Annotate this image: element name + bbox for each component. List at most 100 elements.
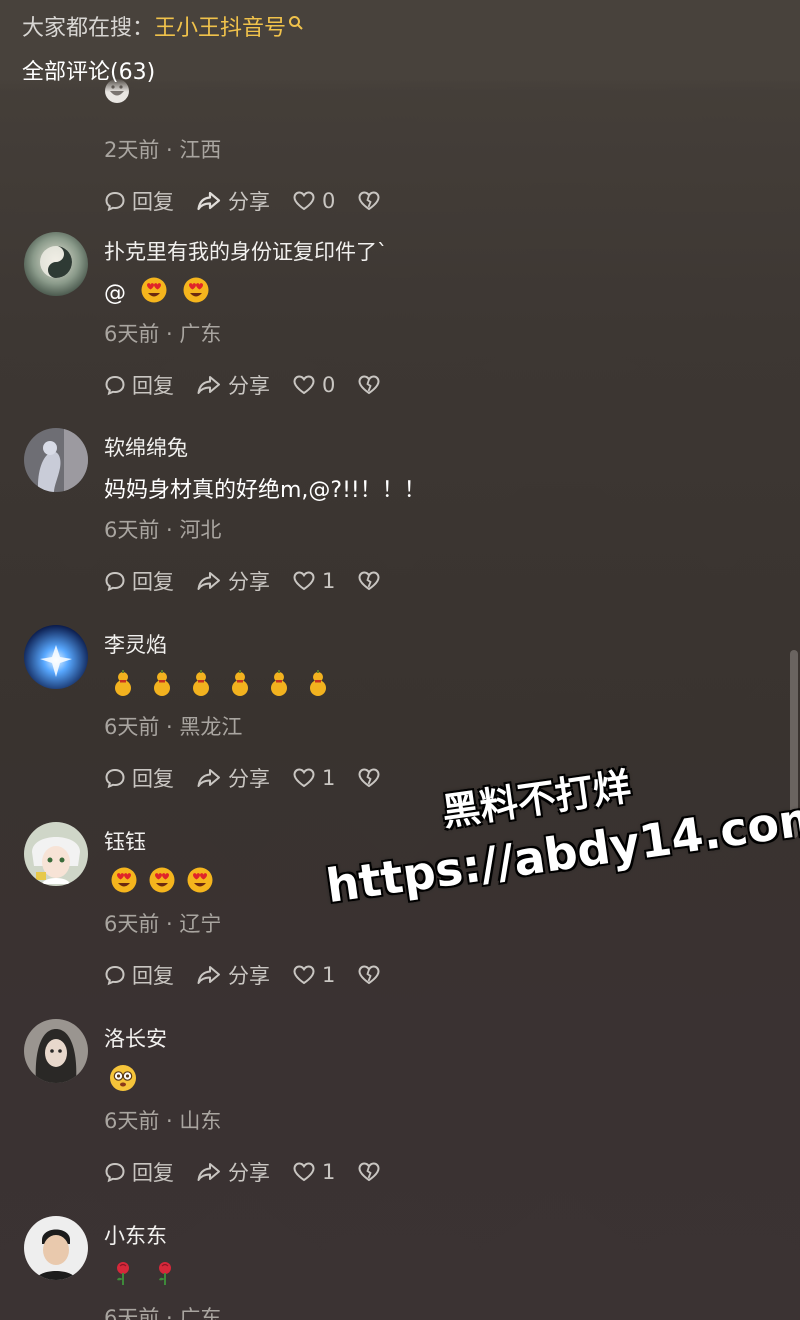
- comment-text: @: [104, 280, 126, 306]
- search-suggestion[interactable]: 大家都在搜： 王小王抖音号: [22, 10, 304, 42]
- like-count: 0: [322, 373, 336, 397]
- like-count: 0: [322, 189, 336, 213]
- gourd-emoji: [149, 669, 175, 703]
- comment-body: [112, 1260, 176, 1292]
- reply-icon: [105, 375, 125, 396]
- avatar[interactable]: [24, 428, 88, 492]
- broken-heart-icon: [358, 965, 380, 985]
- comment-item: 洛长安 6天前 · 山东 回复 分享 1: [0, 1019, 780, 1216]
- heart-eyes-emoji: [140, 276, 168, 310]
- share-button[interactable]: 分享: [196, 960, 270, 990]
- share-label: 分享: [228, 190, 270, 214]
- comment-username[interactable]: 扑克里有我的身份证复印件了`: [104, 236, 388, 266]
- comment-actions: 回复 分享 1: [104, 960, 403, 990]
- dislike-button[interactable]: [357, 1161, 381, 1183]
- share-button[interactable]: 分享: [196, 370, 270, 400]
- avatar[interactable]: [24, 822, 88, 886]
- reply-icon: [105, 571, 125, 592]
- reply-button[interactable]: 回复: [104, 1157, 174, 1187]
- like-button[interactable]: 1: [292, 963, 335, 987]
- reply-label: 回复: [132, 374, 174, 398]
- avatar[interactable]: [24, 625, 88, 689]
- reply-icon: [105, 1162, 125, 1183]
- comment-body: 妈妈身材真的好绝m,@?!!！！！: [104, 472, 426, 504]
- gourd-emoji: [110, 669, 136, 703]
- dizzy-emoji: [108, 1063, 138, 1099]
- reply-button[interactable]: 回复: [104, 186, 174, 216]
- heart-icon: [293, 965, 315, 985]
- gourd-emoji: [227, 669, 253, 703]
- comment-body: [110, 866, 214, 900]
- reply-label: 回复: [132, 190, 174, 214]
- reply-button[interactable]: 回复: [104, 763, 174, 793]
- comment-item: 小东东 6天前 · 广东: [0, 1216, 780, 1320]
- dislike-button[interactable]: [357, 190, 381, 212]
- reply-icon: [105, 965, 125, 986]
- comment-meta: 6天前 · 河北: [104, 518, 222, 542]
- reply-label: 回复: [132, 570, 174, 594]
- heart-icon: [293, 571, 315, 591]
- like-button[interactable]: 1: [292, 569, 335, 593]
- like-button[interactable]: 1: [292, 1160, 335, 1184]
- broken-heart-icon: [358, 1162, 380, 1182]
- comment-item: 扑克里有我的身份证复印件了` @ 6天前 · 广东 回复 分享 0: [0, 232, 780, 429]
- avatar[interactable]: [24, 1216, 88, 1280]
- share-button[interactable]: 分享: [196, 1157, 270, 1187]
- reply-label: 回复: [132, 964, 174, 988]
- heart-icon: [293, 375, 315, 395]
- search-prefix: 大家都在搜：: [22, 16, 155, 41]
- share-icon: [197, 572, 220, 590]
- like-button[interactable]: 0: [292, 189, 335, 213]
- dislike-button[interactable]: [357, 964, 381, 986]
- rose-emoji: [112, 1260, 134, 1292]
- heart-icon: [293, 768, 315, 788]
- reply-label: 回复: [132, 767, 174, 791]
- heart-eyes-emoji: [186, 866, 214, 900]
- reply-icon: [105, 191, 125, 212]
- avatar[interactable]: [24, 1019, 88, 1083]
- share-icon: [197, 376, 220, 394]
- gourd-emoji: [266, 669, 292, 703]
- share-button[interactable]: 分享: [196, 186, 270, 216]
- comment-username[interactable]: 李灵焰: [104, 629, 167, 659]
- like-count: 1: [322, 1160, 336, 1184]
- share-label: 分享: [228, 1161, 270, 1185]
- comment-count: 全部评论(63): [22, 60, 156, 85]
- comment-body: @: [104, 276, 210, 310]
- reply-button[interactable]: 回复: [104, 370, 174, 400]
- like-button[interactable]: 0: [292, 373, 335, 397]
- reply-button[interactable]: 回复: [104, 960, 174, 990]
- comment-item: 软绵绵兔 妈妈身材真的好绝m,@?!!！！！ 6天前 · 河北 回复 分享 1: [0, 428, 780, 625]
- like-count: 1: [322, 569, 336, 593]
- comment-text: 妈妈身材真的好绝m,@?!!！！！: [104, 478, 426, 503]
- comment-meta: 6天前 · 山东: [104, 1109, 222, 1133]
- dislike-button[interactable]: [357, 767, 381, 789]
- share-label: 分享: [228, 374, 270, 398]
- share-button[interactable]: 分享: [196, 566, 270, 596]
- dislike-button[interactable]: [357, 374, 381, 396]
- share-button[interactable]: 分享: [196, 763, 270, 793]
- search-term-link[interactable]: 王小王抖音号: [154, 10, 286, 42]
- reply-button[interactable]: 回复: [104, 566, 174, 596]
- like-button[interactable]: 1: [292, 766, 335, 790]
- comment-meta: 2天前 · 江西: [104, 138, 222, 162]
- comment-username[interactable]: 洛长安: [104, 1023, 167, 1053]
- comment-username[interactable]: 小东东: [104, 1220, 167, 1250]
- share-icon: [197, 966, 220, 984]
- comment-actions: 回复 分享 0: [104, 186, 403, 216]
- comment-username[interactable]: 软绵绵兔: [104, 432, 188, 462]
- comment-actions: 回复 分享 1: [104, 1157, 403, 1187]
- broken-heart-icon: [358, 571, 380, 591]
- comment-body: [110, 669, 331, 703]
- comment-body: [108, 1063, 138, 1099]
- comment-actions: 回复 分享 1: [104, 763, 403, 793]
- share-label: 分享: [228, 570, 270, 594]
- reply-label: 回复: [132, 1161, 174, 1185]
- like-count: 1: [322, 963, 336, 987]
- avatar[interactable]: [24, 232, 88, 296]
- comment-username[interactable]: 钰钰: [104, 826, 146, 856]
- comment-actions: 回复 分享 1: [104, 566, 403, 596]
- broken-heart-icon: [358, 191, 380, 211]
- dislike-button[interactable]: [357, 570, 381, 592]
- comments-header: 大家都在搜： 王小王抖音号 全部评论(63): [0, 0, 800, 92]
